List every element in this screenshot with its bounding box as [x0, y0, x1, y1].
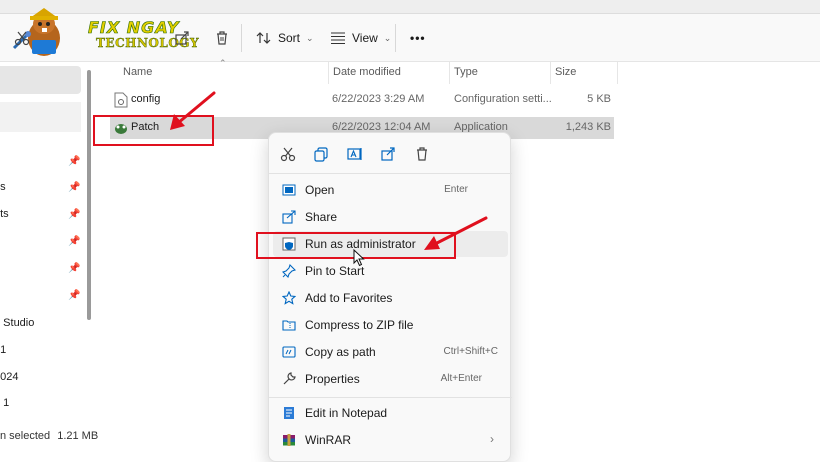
- menu-item-label: WinRAR: [305, 433, 352, 447]
- menu-item-add-to-favorites[interactable]: Add to Favorites: [273, 285, 508, 311]
- column-divider[interactable]: [328, 62, 329, 84]
- column-header-date[interactable]: Date modified: [333, 66, 401, 78]
- pin-icon[interactable]: 📌: [68, 263, 80, 275]
- menu-item-winrar[interactable]: WinRAR ›: [273, 427, 508, 453]
- copy-icon[interactable]: [310, 143, 332, 165]
- nav-item-d1[interactable]: d 1: [0, 397, 9, 415]
- pin-icon: [281, 263, 297, 279]
- menu-item-compress-zip[interactable]: Compress to ZIP file: [273, 312, 508, 338]
- menu-item-label: Edit in Notepad: [305, 406, 388, 420]
- menu-item-shortcut: Ctrl+Shift+C: [443, 346, 498, 357]
- sort-label: Sort: [278, 31, 301, 45]
- nav-item-downloads[interactable]: ds: [0, 181, 6, 199]
- view-icon: [331, 32, 345, 45]
- pin-icon[interactable]: 📌: [68, 209, 80, 221]
- nav-selected-item[interactable]: [0, 66, 81, 94]
- menu-item-label: Open: [305, 183, 335, 197]
- pin-icon[interactable]: 📌: [68, 236, 80, 248]
- nav-scrollbar[interactable]: [87, 70, 91, 320]
- share-icon[interactable]: [172, 28, 192, 48]
- wrench-icon: [281, 371, 297, 387]
- delete-icon[interactable]: [212, 28, 232, 48]
- copy-path-icon: [281, 344, 297, 360]
- chevron-down-icon: ⌄: [383, 32, 392, 43]
- menu-item-label: Add to Favorites: [305, 291, 393, 305]
- file-size: 1,243 KB: [565, 121, 611, 133]
- watermark-logo: FIX NGAY TECHNOLOGY: [8, 4, 199, 60]
- file-size: 5 KB: [587, 93, 611, 105]
- file-type: Configuration setti...: [454, 93, 552, 105]
- sort-button[interactable]: Sort ⌄: [256, 26, 314, 50]
- pin-icon[interactable]: 📌: [68, 290, 80, 302]
- share-icon[interactable]: [377, 143, 399, 165]
- menu-item-shortcut: Alt+Enter: [440, 373, 482, 384]
- status-bar: n selected 1.21 MB: [0, 430, 260, 450]
- sort-icon: [256, 32, 271, 44]
- pin-icon[interactable]: 📌: [68, 156, 80, 168]
- file-date: 6/22/2023 3:29 AM: [332, 93, 425, 105]
- notepad-icon: [281, 405, 297, 421]
- column-divider[interactable]: [449, 62, 450, 84]
- mouse-cursor-icon: [353, 249, 365, 267]
- file-row-config[interactable]: config 6/22/2023 3:29 AM Configuration s…: [110, 89, 614, 111]
- nav-item-2024[interactable]: 2024: [0, 371, 18, 389]
- annotation-box-patch: [93, 115, 214, 146]
- star-icon: [281, 290, 297, 306]
- menu-item-edit-in-notepad[interactable]: Edit in Notepad: [273, 400, 508, 426]
- menu-item-label: Compress to ZIP file: [305, 318, 414, 332]
- nav-item-21[interactable]: 21: [0, 344, 6, 362]
- menu-item-share[interactable]: Share: [273, 204, 508, 230]
- menu-divider: [269, 173, 512, 174]
- menu-item-open[interactable]: Open Enter: [273, 177, 508, 203]
- rename-icon[interactable]: [344, 143, 366, 165]
- column-divider[interactable]: [617, 62, 618, 84]
- column-divider[interactable]: [550, 62, 551, 84]
- nav-item-studio[interactable]: o Studio: [0, 317, 34, 335]
- more-options-button[interactable]: •••: [410, 26, 426, 50]
- menu-item-pin-to-start[interactable]: Pin to Start: [273, 258, 508, 284]
- toolbar-divider: [395, 24, 396, 52]
- share-icon: [281, 209, 297, 225]
- command-bar: FIX NGAY TECHNOLOGY Sort ⌄ View ⌄ •••: [0, 0, 820, 62]
- toolbar-divider: [241, 24, 242, 52]
- context-menu: Open Enter Share Run as administrator Pi…: [268, 132, 512, 462]
- menu-item-label: Copy as path: [305, 345, 376, 359]
- status-size: 1.21 MB: [57, 430, 99, 442]
- column-header-type[interactable]: Type: [454, 66, 478, 78]
- nav-item-hover[interactable]: [0, 102, 81, 132]
- winrar-icon: [281, 432, 297, 448]
- sort-ascending-icon: ⌃: [219, 58, 227, 68]
- status-selected: n selected: [0, 430, 51, 442]
- file-name: config: [131, 93, 161, 105]
- cut-icon[interactable]: [12, 28, 32, 48]
- chevron-down-icon: ⌄: [306, 32, 314, 43]
- menu-item-shortcut: Enter: [444, 184, 468, 195]
- column-header-name[interactable]: Name: [123, 66, 152, 78]
- chevron-right-icon: ›: [490, 432, 494, 446]
- logo-text-top: FIX NGAY: [88, 18, 180, 38]
- cut-icon[interactable]: [277, 143, 299, 165]
- menu-item-properties[interactable]: Properties Alt+Enter: [273, 366, 508, 392]
- menu-item-copy-as-path[interactable]: Copy as path Ctrl+Shift+C: [273, 339, 508, 365]
- view-label: View: [352, 31, 378, 45]
- column-header-size[interactable]: Size: [555, 66, 576, 78]
- navigation-pane: 📌 ds 📌 nts 📌 📌 📌 📌 o Studio 21 2024 d 1: [0, 62, 92, 430]
- zip-folder-icon: [281, 317, 297, 333]
- menu-item-label: Share: [305, 210, 338, 224]
- open-icon: [281, 182, 297, 198]
- view-button[interactable]: View ⌄: [330, 26, 391, 50]
- delete-icon[interactable]: [411, 143, 433, 165]
- pin-icon[interactable]: 📌: [68, 182, 80, 194]
- menu-divider: [269, 397, 512, 398]
- menu-item-label: Properties: [305, 372, 360, 386]
- config-file-icon: [114, 92, 128, 108]
- nav-item-documents[interactable]: nts: [0, 208, 9, 226]
